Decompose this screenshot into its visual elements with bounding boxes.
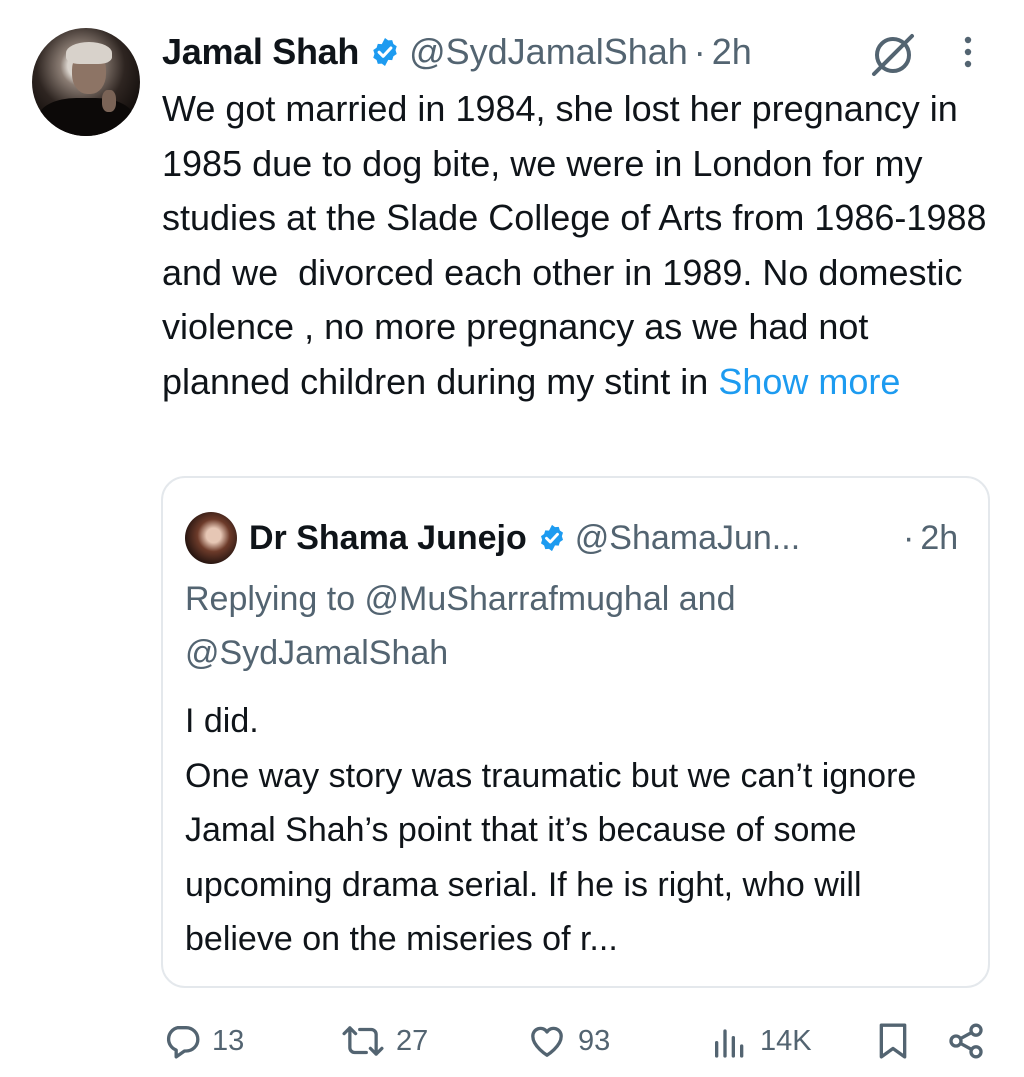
author-avatar[interactable] bbox=[32, 28, 140, 136]
action-bar: 13 27 93 14K bbox=[0, 1016, 1024, 1066]
avatar-hand bbox=[102, 90, 116, 112]
quote-header: Dr Shama Junejo @ShamaJun... bbox=[249, 512, 800, 564]
reply-count: 13 bbox=[212, 1024, 245, 1057]
tweet-text: We got married in 1984, she lost her pre… bbox=[162, 82, 1002, 409]
share-button[interactable] bbox=[946, 1016, 986, 1066]
quote-text: I did. One way story was traumatic but w… bbox=[185, 702, 917, 958]
author-name[interactable]: Jamal Shah bbox=[162, 31, 359, 73]
replying-to[interactable]: Replying to @MuSharrafmughal and @SydJam… bbox=[185, 572, 975, 680]
avatar-coat bbox=[38, 98, 134, 136]
reply-button[interactable]: 13 bbox=[162, 1016, 244, 1066]
more-vertical-icon[interactable] bbox=[958, 34, 978, 79]
bookmark-button[interactable] bbox=[876, 1016, 910, 1066]
quote-separator: · bbox=[903, 518, 915, 557]
verified-badge-icon[interactable] bbox=[369, 36, 401, 68]
like-count: 93 bbox=[578, 1024, 611, 1057]
author-handle[interactable]: @SydJamalShah bbox=[409, 31, 688, 73]
bookmark-icon bbox=[879, 1023, 907, 1059]
retweet-icon bbox=[342, 1026, 384, 1056]
views-count: 14K bbox=[760, 1024, 812, 1057]
tweet-time[interactable]: 2h bbox=[712, 31, 752, 73]
retweet-button[interactable]: 27 bbox=[340, 1016, 428, 1066]
tweet-header: Jamal Shah @SydJamalShah · 2h bbox=[162, 26, 752, 78]
quoted-tweet[interactable]: Dr Shama Junejo @ShamaJun... · 2h Replyi… bbox=[161, 476, 990, 988]
show-more-link[interactable]: Show more bbox=[718, 361, 900, 402]
views-button[interactable]: 14K bbox=[710, 1016, 812, 1066]
quote-author-name[interactable]: Dr Shama Junejo bbox=[249, 519, 527, 558]
retweet-count: 27 bbox=[396, 1024, 429, 1057]
quote-author-avatar[interactable] bbox=[185, 512, 237, 564]
quote-time[interactable]: 2h bbox=[920, 519, 958, 558]
quote-time-group: · 2h bbox=[903, 512, 958, 564]
verified-badge-icon[interactable] bbox=[537, 523, 567, 553]
grok-icon[interactable] bbox=[868, 30, 918, 85]
tweet-body: We got married in 1984, she lost her pre… bbox=[162, 88, 997, 402]
avatar-hair bbox=[66, 42, 112, 64]
quote-author-handle[interactable]: @ShamaJun... bbox=[575, 519, 800, 558]
like-button[interactable]: 93 bbox=[526, 1016, 610, 1066]
views-icon bbox=[715, 1029, 744, 1058]
share-icon bbox=[949, 1023, 983, 1059]
reply-icon bbox=[166, 1026, 200, 1059]
header-separator: · bbox=[693, 31, 706, 72]
heart-icon bbox=[531, 1026, 563, 1057]
